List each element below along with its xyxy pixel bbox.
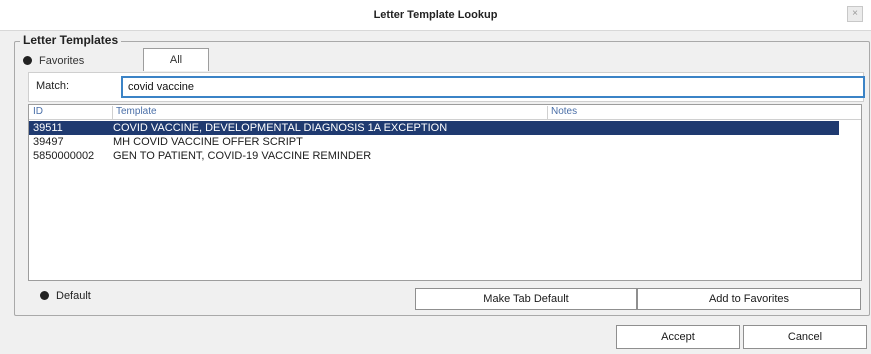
close-icon[interactable]: × <box>847 6 863 22</box>
cancel-button[interactable]: Cancel <box>743 325 867 349</box>
accept-button[interactable]: Accept <box>616 325 740 349</box>
column-header-template[interactable]: Template <box>112 106 548 119</box>
list-header: ID Template Notes <box>29 105 861 120</box>
match-row: Match: <box>28 72 865 102</box>
table-row[interactable]: 5850000002 GEN TO PATIENT, COVID-19 VACC… <box>29 149 839 163</box>
default-radio-icon <box>40 290 49 300</box>
template-list[interactable]: ID Template Notes 39511 COVID VACCINE, D… <box>28 104 862 281</box>
match-label: Match: <box>36 80 70 92</box>
window-title: Letter Template Lookup <box>373 9 498 21</box>
row-id: 5850000002 <box>33 150 95 162</box>
tab-favorites-label: Favorites <box>39 55 85 67</box>
tab-all[interactable]: All <box>143 48 209 71</box>
add-to-favorites-button[interactable]: Add to Favorites <box>637 288 861 310</box>
row-id: 39511 <box>33 122 63 134</box>
column-header-id[interactable]: ID <box>33 106 111 119</box>
row-id: 39497 <box>33 136 64 148</box>
row-template: MH COVID VACCINE OFFER SCRIPT <box>113 136 303 148</box>
letter-template-lookup-window: Letter Template Lookup × Letter Template… <box>0 0 871 354</box>
make-tab-default-button[interactable]: Make Tab Default <box>415 288 637 310</box>
group-legend: Letter Templates <box>20 33 122 47</box>
table-row[interactable]: 39497 MH COVID VACCINE OFFER SCRIPT <box>29 135 839 149</box>
match-input[interactable] <box>121 76 865 98</box>
row-template: GEN TO PATIENT, COVID-19 VACCINE REMINDE… <box>113 150 372 162</box>
default-radio[interactable]: Default <box>40 290 91 302</box>
favorites-radio-icon <box>23 55 32 65</box>
table-row[interactable]: 39511 COVID VACCINE, DEVELOPMENTAL DIAGN… <box>29 121 839 135</box>
column-header-notes[interactable]: Notes <box>547 106 861 119</box>
tab-favorites[interactable]: Favorites <box>23 52 141 70</box>
tab-all-label: All <box>169 54 183 66</box>
default-label: Default <box>56 290 91 302</box>
title-bar: Letter Template Lookup × <box>0 0 871 31</box>
row-template: COVID VACCINE, DEVELOPMENTAL DIAGNOSIS 1… <box>113 122 448 134</box>
